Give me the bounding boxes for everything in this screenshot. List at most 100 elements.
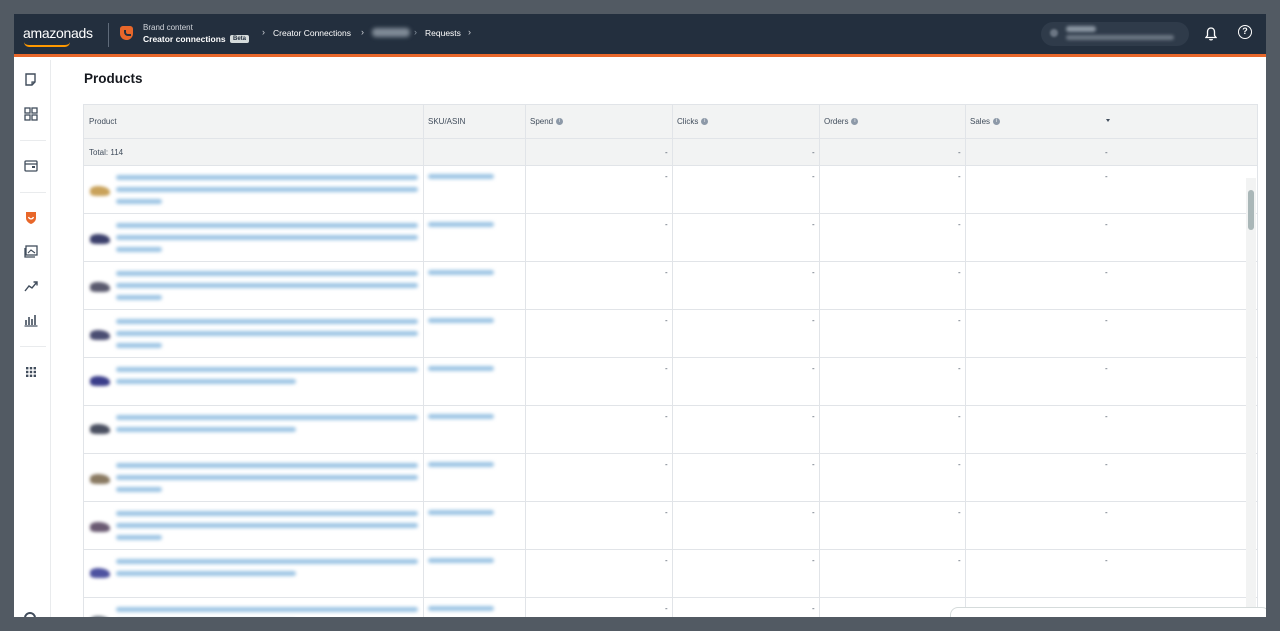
help-icon[interactable]: ? xyxy=(1238,25,1252,39)
column-header-sku-asin[interactable]: SKU/ASIN xyxy=(428,117,465,126)
brand-content-icon xyxy=(120,26,133,40)
scrollbar-track[interactable] xyxy=(1246,178,1256,617)
column-header-orders[interactable]: Orders i xyxy=(824,117,859,126)
column-divider xyxy=(423,105,424,617)
sku-asin-redacted[interactable] xyxy=(428,510,494,515)
table-row[interactable]: ---- xyxy=(84,214,1257,262)
product-title-redacted[interactable] xyxy=(116,223,418,228)
product-title-redacted[interactable] xyxy=(116,367,418,372)
product-title-redacted[interactable] xyxy=(116,331,418,336)
product-title-redacted[interactable] xyxy=(116,283,418,288)
table-row[interactable]: ---- xyxy=(84,358,1257,406)
product-image xyxy=(90,282,110,292)
amazon-ads-logo[interactable]: amazonads xyxy=(23,25,93,41)
info-icon[interactable]: i xyxy=(993,118,1001,126)
product-title-redacted[interactable] xyxy=(116,319,418,324)
product-title-redacted[interactable] xyxy=(116,487,162,492)
product-title-redacted[interactable] xyxy=(116,247,162,252)
row-spend: - xyxy=(665,412,668,421)
info-icon[interactable]: i xyxy=(851,118,859,126)
product-title-redacted[interactable] xyxy=(116,175,418,180)
table-row[interactable]: ---- xyxy=(84,454,1257,502)
breadcrumb-brand-redacted[interactable] xyxy=(372,28,410,37)
info-icon[interactable]: i xyxy=(556,118,564,126)
settings-icon[interactable] xyxy=(24,612,36,617)
column-header-spend[interactable]: Spend i xyxy=(530,117,564,126)
row-clicks: - xyxy=(812,220,815,229)
product-image xyxy=(90,522,110,532)
sort-descending-icon[interactable] xyxy=(1106,119,1110,122)
product-title-redacted[interactable] xyxy=(116,199,162,204)
row-spend: - xyxy=(665,220,668,229)
product-title-redacted[interactable] xyxy=(116,235,418,240)
app-window: amazonads Brand content Creator connecti… xyxy=(14,14,1266,617)
breadcrumb-creator-connections[interactable]: Creator Connections xyxy=(273,28,351,38)
row-sales: - xyxy=(1105,508,1108,517)
column-divider xyxy=(525,105,526,617)
trend-icon[interactable] xyxy=(23,278,39,294)
logo-smile-icon xyxy=(24,42,70,47)
product-title-redacted[interactable] xyxy=(116,559,418,564)
apps-grid-icon[interactable] xyxy=(23,364,39,380)
product-title-redacted[interactable] xyxy=(116,535,162,540)
product-title-redacted[interactable] xyxy=(116,271,418,276)
notes-icon[interactable] xyxy=(23,72,39,88)
creator-connections-label[interactable]: Creator connections xyxy=(143,34,226,44)
sku-asin-redacted[interactable] xyxy=(428,318,494,323)
product-title-redacted[interactable] xyxy=(116,427,296,432)
brand-shield-icon[interactable] xyxy=(23,210,39,226)
row-clicks: - xyxy=(812,268,815,277)
sku-asin-redacted[interactable] xyxy=(428,606,494,611)
total-sales: - xyxy=(1105,148,1108,157)
dashboard-icon[interactable] xyxy=(23,106,39,122)
product-title-redacted[interactable] xyxy=(116,511,418,516)
page-title: Products xyxy=(84,71,143,86)
product-title-redacted[interactable] xyxy=(116,343,162,348)
sku-asin-redacted[interactable] xyxy=(428,270,494,275)
product-title-redacted[interactable] xyxy=(116,295,162,300)
product-title-redacted[interactable] xyxy=(116,415,418,420)
media-icon[interactable] xyxy=(23,244,39,260)
product-title-redacted[interactable] xyxy=(116,463,418,468)
column-header-sales[interactable]: Sales i xyxy=(970,117,1001,126)
sku-asin-redacted[interactable] xyxy=(428,174,494,179)
column-header-product[interactable]: Product xyxy=(89,117,117,126)
wallet-icon[interactable] xyxy=(23,158,39,174)
chevron-right-icon: › xyxy=(361,27,364,37)
product-title-redacted[interactable] xyxy=(116,379,296,384)
row-spend: - xyxy=(665,172,668,181)
sku-asin-redacted[interactable] xyxy=(428,366,494,371)
scrollbar-thumb[interactable] xyxy=(1248,190,1254,230)
column-header-clicks[interactable]: Clicks i xyxy=(677,117,709,126)
table-row[interactable]: ---- xyxy=(84,166,1257,214)
column-divider xyxy=(819,105,820,617)
sku-asin-redacted[interactable] xyxy=(428,558,494,563)
breadcrumb-requests[interactable]: Requests xyxy=(425,28,461,38)
account-name-redacted xyxy=(1066,26,1096,32)
info-icon[interactable]: i xyxy=(701,118,709,126)
row-clicks: - xyxy=(812,364,815,373)
table-header: Product SKU/ASIN Spend i Clicks i Orders i … xyxy=(84,105,1257,139)
table-row[interactable]: ---- xyxy=(84,406,1257,454)
product-title-redacted[interactable] xyxy=(116,187,418,192)
table-row[interactable]: ---- xyxy=(84,550,1257,598)
row-orders: - xyxy=(958,556,961,565)
table-row[interactable]: ---- xyxy=(84,262,1257,310)
row-orders: - xyxy=(958,268,961,277)
beta-badge: Beta xyxy=(230,35,250,43)
sku-asin-redacted[interactable] xyxy=(428,414,494,419)
sku-asin-redacted[interactable] xyxy=(428,222,494,227)
table-row[interactable]: ---- xyxy=(84,310,1257,358)
product-title-redacted[interactable] xyxy=(116,475,418,480)
row-clicks: - xyxy=(812,172,815,181)
product-title-redacted[interactable] xyxy=(116,523,418,528)
bar-chart-icon[interactable] xyxy=(23,312,39,328)
account-icon xyxy=(1050,29,1058,37)
floating-panel[interactable] xyxy=(950,607,1266,617)
sku-asin-redacted[interactable] xyxy=(428,462,494,467)
product-title-redacted[interactable] xyxy=(116,571,296,576)
product-title-redacted[interactable] xyxy=(116,607,418,612)
bell-icon[interactable] xyxy=(1205,27,1217,41)
table-row[interactable]: ---- xyxy=(84,502,1257,550)
account-switcher[interactable] xyxy=(1041,22,1189,46)
